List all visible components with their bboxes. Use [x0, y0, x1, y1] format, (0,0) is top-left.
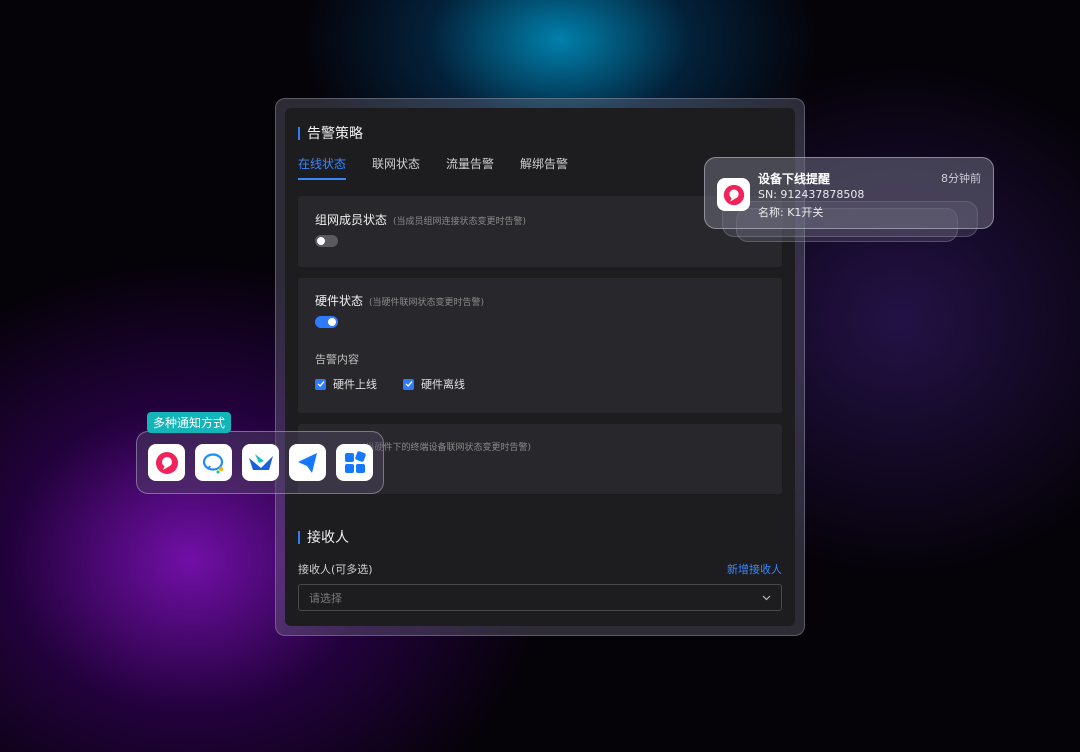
toast-sn: SN: 912437878508 [758, 188, 865, 201]
group-member-title-row: 组网成员状态 (当成员组网连接状态变更时告警) [315, 211, 526, 228]
tab-unbind-alert[interactable]: 解绑告警 [520, 155, 568, 180]
notify-methods-badge: 多种通知方式 [147, 412, 232, 433]
app-red-icon [717, 178, 750, 211]
alert-content-options: 硬件上线 硬件离线 [315, 376, 491, 392]
alert-content-label: 告警内容 [315, 353, 359, 366]
receivers-title: 接收人 [307, 530, 349, 546]
grid-app-icon[interactable] [336, 444, 373, 481]
device-offline-toast[interactable]: 设备下线提醒 8分钟前 SN: 912437878508 名称: K1开关 [704, 157, 994, 229]
toggle-knob [317, 237, 325, 245]
policy-section-title: 告警策略 [298, 123, 363, 143]
option-hardware-offline[interactable]: 硬件离线 [403, 376, 465, 392]
hardware-title: 硬件状态 [315, 294, 364, 308]
option-hardware-online[interactable]: 硬件上线 [315, 376, 377, 392]
toast-title: 设备下线提醒 [758, 172, 831, 186]
group-member-hint: (当成员组网连接状态变更时告警) [393, 217, 527, 227]
tab-online-status[interactable]: 在线状态 [298, 155, 347, 180]
toast-device-name: 名称: K1开关 [758, 206, 824, 219]
tab-network-status[interactable]: 联网状态 [372, 155, 420, 180]
dingtalk-blue-icon[interactable] [242, 444, 279, 481]
receiver-select[interactable]: 请选择 [298, 584, 782, 611]
checkbox-checked-icon[interactable] [403, 378, 414, 390]
tab-traffic-alert[interactable]: 流量告警 [446, 155, 494, 180]
hardware-title-row: 硬件状态 (当硬件联网状态变更时告警) [315, 292, 484, 309]
feishu-icon[interactable] [289, 444, 326, 481]
receivers-label: 接收人(可多选) [298, 563, 373, 576]
policy-tabs: 在线状态 联网状态 流量告警 解绑告警 [298, 155, 568, 180]
group-member-toggle[interactable] [315, 235, 338, 247]
app-red-icon[interactable] [148, 444, 185, 481]
add-receiver-link[interactable]: 新增接收人 [727, 561, 782, 577]
hardware-hint: (当硬件联网状态变更时告警) [369, 298, 485, 308]
chevron-down-icon [762, 591, 771, 604]
toast-time: 8分钟前 [941, 172, 981, 185]
checkbox-checked-icon[interactable] [315, 378, 326, 390]
title-accent-bar [298, 530, 300, 544]
notify-methods-box [136, 431, 384, 494]
policy-title: 告警策略 [307, 126, 363, 142]
toggle-knob [328, 318, 336, 326]
option-hardware-online-label: 硬件上线 [333, 378, 377, 391]
receivers-section-title: 接收人 [298, 527, 349, 547]
hardware-card: 硬件状态 (当硬件联网状态变更时告警) 告警内容 硬件上线 硬件离线 [298, 278, 782, 413]
group-member-title: 组网成员状态 [315, 213, 388, 227]
terminal-hint: (当硬件下的终端设备联网状态变更时告警) [362, 443, 532, 453]
chat-bubble-icon[interactable] [195, 444, 232, 481]
title-accent-bar [298, 126, 300, 140]
hardware-toggle[interactable] [315, 316, 338, 328]
option-hardware-offline-label: 硬件离线 [421, 378, 465, 391]
receiver-select-placeholder: 请选择 [309, 591, 342, 605]
